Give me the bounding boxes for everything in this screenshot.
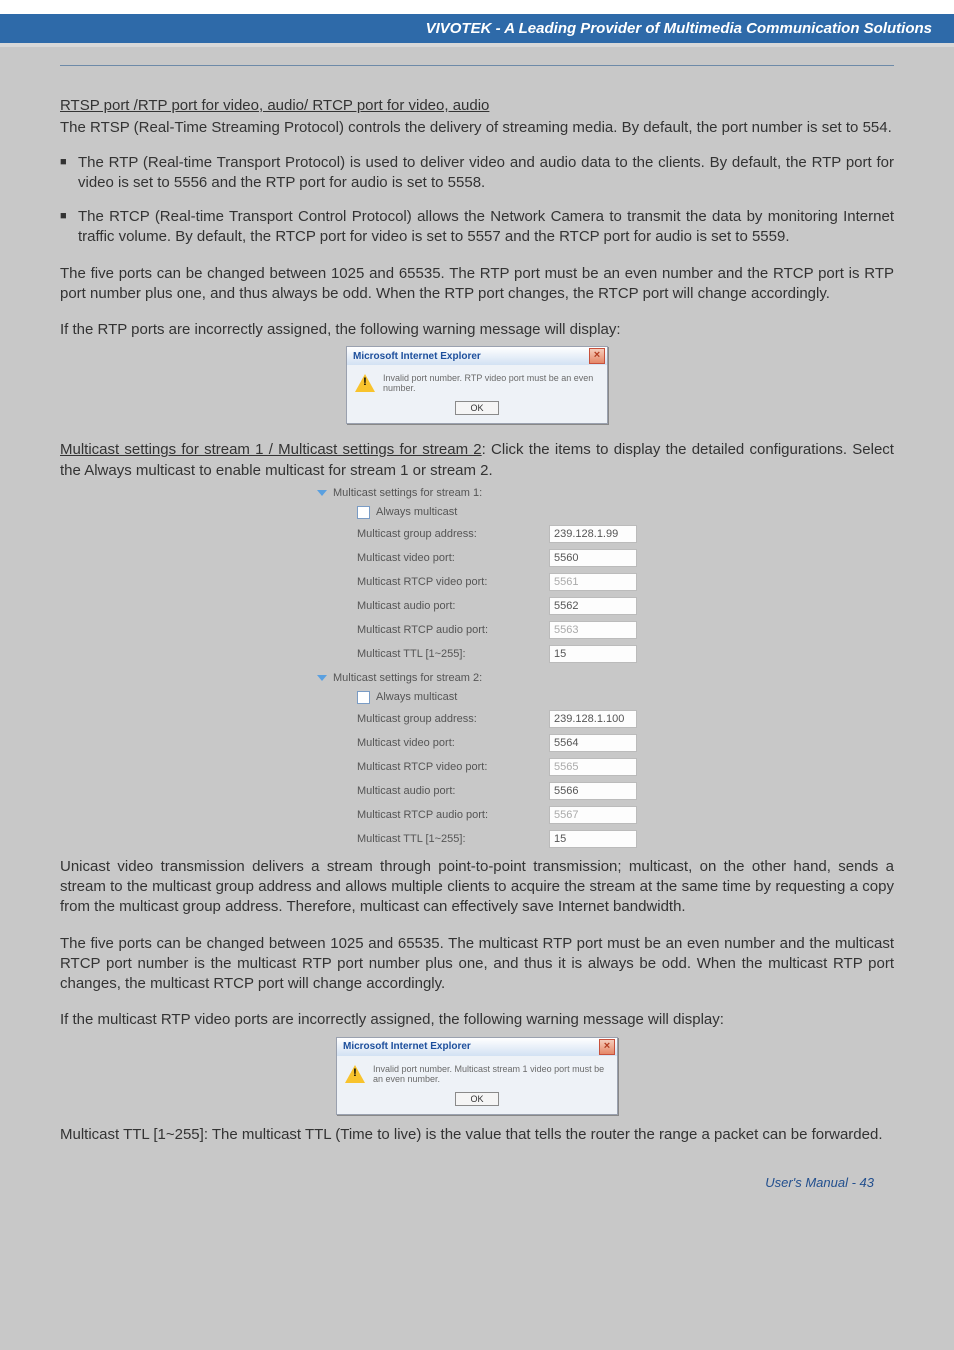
always-multicast-label-2: Always multicast <box>376 691 637 703</box>
multicast-row-label: Multicast video port: <box>357 552 549 564</box>
ports-note-2: The five ports can be changed between 10… <box>60 934 894 995</box>
rtsp-intro: The RTSP (Real-Time Streaming Protocol) … <box>60 118 894 138</box>
ok-button[interactable]: OK <box>455 401 498 415</box>
multicast-row-label: Multicast RTCP video port: <box>357 761 549 773</box>
warn-intro: If the RTP ports are incorrectly assigne… <box>60 320 894 340</box>
ok-button[interactable]: OK <box>455 1092 498 1106</box>
brand-tagline: VIVOTEK - A Leading Provider of Multimed… <box>426 20 932 37</box>
multicast-value-input: 5565 <box>549 758 637 776</box>
always-multicast-checkbox-1[interactable] <box>357 506 370 519</box>
page-header: VIVOTEK - A Leading Provider of Multimed… <box>0 14 954 47</box>
warning-icon <box>355 374 375 392</box>
always-multicast-checkbox-2[interactable] <box>357 691 370 704</box>
warning-icon <box>345 1065 365 1083</box>
unicast-paragraph: Unicast video transmission delivers a st… <box>60 857 894 918</box>
multicast-row-label: Multicast RTCP audio port: <box>357 809 549 821</box>
multicast-value-input[interactable]: 5562 <box>549 597 637 615</box>
multicast-value-input: 5561 <box>549 573 637 591</box>
ttl-paragraph: Multicast TTL [1~255]: The multicast TTL… <box>60 1125 894 1145</box>
multicast-value-input[interactable]: 239.128.1.100 <box>549 710 637 728</box>
multicast-value-input[interactable]: 5566 <box>549 782 637 800</box>
multicast-stream2-header[interactable]: Multicast settings for stream 2: <box>317 672 637 684</box>
bullet-rtp: The RTP (Real-time Transport Protocol) i… <box>60 153 894 194</box>
multicast-row: Multicast video port:5564 <box>317 731 637 755</box>
stream2-title: Multicast settings for stream 2: <box>333 672 482 684</box>
multicast-row: Multicast video port:5560 <box>317 546 637 570</box>
multicast-row-label: Multicast audio port: <box>357 600 549 612</box>
multicast-row-label: Multicast video port: <box>357 737 549 749</box>
stream1-title: Multicast settings for stream 1: <box>333 487 482 499</box>
multicast-row: Multicast RTCP audio port:5567 <box>317 803 637 827</box>
ports-note: The five ports can be changed between 10… <box>60 264 894 305</box>
multicast-row-label: Multicast RTCP video port: <box>357 576 549 588</box>
multicast-row: Multicast TTL [1~255]:15 <box>317 827 637 851</box>
multicast-row: Multicast TTL [1~255]:15 <box>317 642 637 666</box>
chevron-down-icon <box>317 490 327 496</box>
dialog2-message: Invalid port number. Multicast stream 1 … <box>373 1064 609 1084</box>
multicast-row: Multicast group address:239.128.1.99 <box>317 522 637 546</box>
warning-dialog-1: Microsoft Internet Explorer × Invalid po… <box>346 346 608 424</box>
multicast-value-input[interactable]: 5560 <box>549 549 637 567</box>
dialog1-title: Microsoft Internet Explorer <box>353 351 589 362</box>
multicast-settings-panel: Multicast settings for stream 1: Always … <box>317 487 637 851</box>
bullet-rtcp: The RTCP (Real-time Transport Control Pr… <box>60 207 894 248</box>
dialog2-title: Microsoft Internet Explorer <box>343 1041 599 1052</box>
close-icon[interactable]: × <box>599 1039 615 1055</box>
multicast-row-label: Multicast audio port: <box>357 785 549 797</box>
multicast-row: Multicast audio port:5562 <box>317 594 637 618</box>
warning-dialog-2: Microsoft Internet Explorer × Invalid po… <box>336 1037 618 1115</box>
multicast-heading-line: Multicast settings for stream 1 / Multic… <box>60 440 894 481</box>
chevron-down-icon <box>317 675 327 681</box>
multicast-row-label: Multicast group address: <box>357 528 549 540</box>
multicast-row: Multicast audio port:5566 <box>317 779 637 803</box>
multicast-value-input[interactable]: 15 <box>549 645 637 663</box>
multicast-value-input: 5563 <box>549 621 637 639</box>
always-multicast-label-1: Always multicast <box>376 506 637 518</box>
multicast-heading: Multicast settings for stream 1 / Multic… <box>60 441 482 458</box>
divider <box>60 65 894 66</box>
multicast-row-label: Multicast TTL [1~255]: <box>357 833 549 845</box>
page-footer: User's Manual - 43 <box>60 1147 894 1198</box>
multicast-row: Multicast RTCP audio port:5563 <box>317 618 637 642</box>
warn-intro-2: If the multicast RTP video ports are inc… <box>60 1010 894 1030</box>
multicast-value-input[interactable]: 239.128.1.99 <box>549 525 637 543</box>
rtsp-heading: RTSP port /RTP port for video, audio/ RT… <box>60 96 894 116</box>
multicast-value-input[interactable]: 5564 <box>549 734 637 752</box>
multicast-stream1-header[interactable]: Multicast settings for stream 1: <box>317 487 637 499</box>
multicast-row: Multicast RTCP video port:5565 <box>317 755 637 779</box>
multicast-row-label: Multicast group address: <box>357 713 549 725</box>
multicast-row: Multicast RTCP video port:5561 <box>317 570 637 594</box>
close-icon[interactable]: × <box>589 348 605 364</box>
multicast-row-label: Multicast RTCP audio port: <box>357 624 549 636</box>
multicast-value-input[interactable]: 15 <box>549 830 637 848</box>
multicast-value-input: 5567 <box>549 806 637 824</box>
multicast-row-label: Multicast TTL [1~255]: <box>357 648 549 660</box>
dialog1-message: Invalid port number. RTP video port must… <box>383 373 599 393</box>
multicast-row: Multicast group address:239.128.1.100 <box>317 707 637 731</box>
